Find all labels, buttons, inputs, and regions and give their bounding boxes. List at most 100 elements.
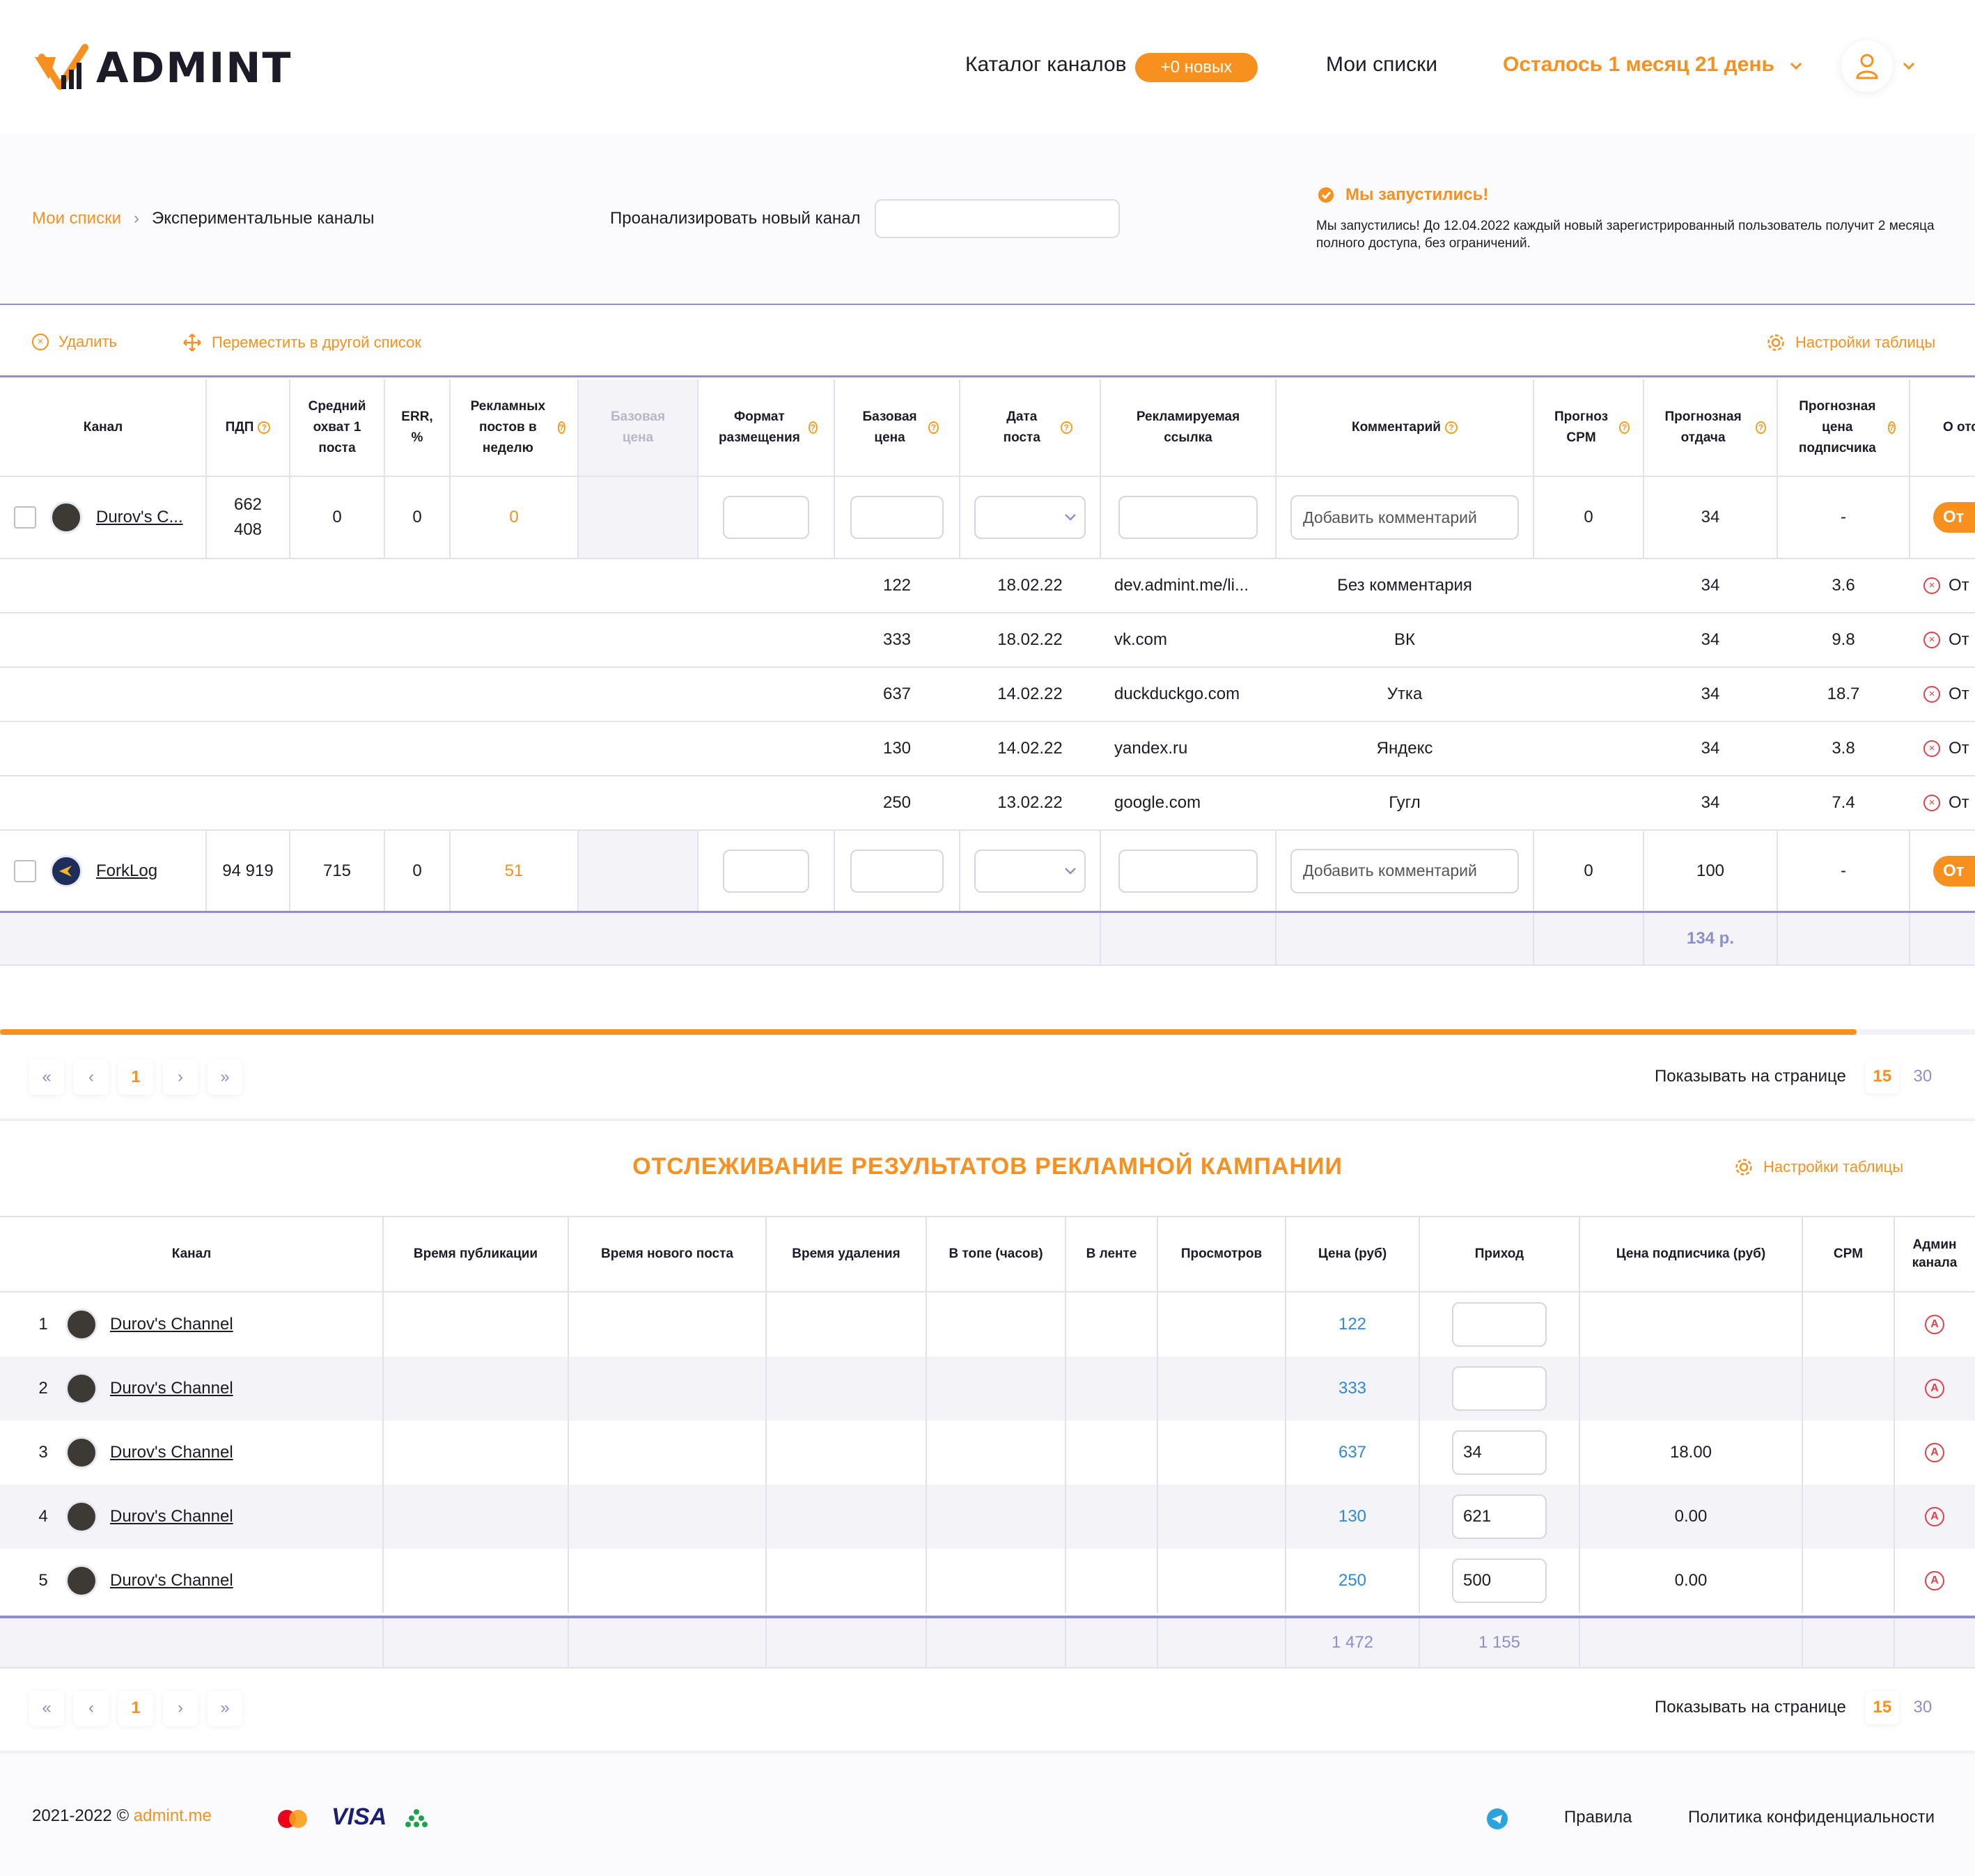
ad-link-input[interactable] [1118, 849, 1258, 893]
base-price-input[interactable] [850, 496, 944, 539]
telegram-icon[interactable] [1486, 1808, 1508, 1830]
col-sub-price[interactable]: Прогнозная цена подписчика? [1777, 380, 1910, 476]
channel-link[interactable]: Durov's C... [96, 508, 183, 527]
admin-icon[interactable]: A [1925, 1443, 1944, 1462]
placement-return: 34 [1701, 739, 1720, 758]
breadcrumb-my-lists[interactable]: Мои списки [32, 209, 121, 228]
price-value[interactable]: 637 [1286, 1421, 1419, 1485]
last-page-button[interactable]: » [208, 1060, 242, 1095]
help-icon[interactable]: ? [258, 421, 271, 434]
nav-catalog-link[interactable]: Каталог каналов [965, 53, 1127, 77]
help-icon[interactable]: ? [928, 421, 939, 434]
help-icon[interactable]: ? [557, 421, 565, 434]
ad-link-input[interactable] [1118, 496, 1258, 539]
admint-logo[interactable]: ADMINT [32, 40, 292, 96]
page-1-button[interactable]: 1 [118, 1691, 153, 1726]
row-checkbox[interactable] [14, 859, 36, 882]
per-page-15[interactable]: 15 [1865, 1691, 1899, 1724]
prev-page-button[interactable]: ‹ [74, 1060, 109, 1095]
price-value[interactable]: 130 [1286, 1485, 1419, 1549]
col-pdp[interactable]: ПДП? [206, 380, 290, 476]
price-value[interactable]: 250 [1286, 1549, 1419, 1613]
admin-icon[interactable]: A [1925, 1571, 1944, 1590]
cancel-placement-button[interactable]: × От [1910, 668, 1975, 721]
channel-link[interactable]: Durov's Channel [110, 1571, 233, 1590]
admin-icon[interactable]: A [1925, 1379, 1944, 1398]
nav-my-lists-link[interactable]: Мои списки [1326, 53, 1437, 77]
cancel-placement-label: От [1949, 685, 1969, 703]
launch-title: Мы запустились! [1316, 185, 1943, 205]
col-cpm[interactable]: Прогноз CPM? [1533, 380, 1644, 476]
col-comment[interactable]: Комментарий? [1276, 380, 1533, 476]
base-price-input[interactable] [850, 849, 944, 893]
first-page-button[interactable]: « [29, 1060, 64, 1095]
user-avatar-button[interactable] [1841, 40, 1893, 92]
cancel-placement-button[interactable]: × От [1910, 559, 1975, 612]
price-value[interactable]: 333 [1286, 1357, 1419, 1421]
privacy-link[interactable]: Политика конфиденциальности [1688, 1808, 1935, 1827]
add-comment-button[interactable]: Добавить комментарий [1290, 495, 1519, 540]
price-value[interactable]: 122 [1286, 1292, 1419, 1357]
per-page-30[interactable]: 30 [1906, 1060, 1939, 1093]
delete-button[interactable]: × Удалить [32, 333, 117, 351]
income-input[interactable] [1452, 1302, 1547, 1347]
table-total-row: 134 р. [0, 913, 1975, 966]
cancel-placement-button[interactable]: × От [1910, 776, 1975, 829]
post-date-select[interactable] [974, 496, 1086, 539]
col-ads-per-week[interactable]: Рекламных постов в неделю? [450, 380, 578, 476]
pdp-value: 662 408 [233, 495, 263, 539]
income-input[interactable] [1452, 1494, 1547, 1539]
income-input[interactable] [1452, 1366, 1547, 1411]
income-input[interactable] [1452, 1430, 1547, 1475]
site-link[interactable]: admint.me [134, 1806, 212, 1825]
row-checkbox[interactable] [14, 506, 36, 529]
help-icon[interactable]: ? [808, 421, 818, 434]
cancel-placement-button[interactable]: × От [1910, 613, 1975, 666]
horizontal-scrollbar[interactable] [0, 1029, 1975, 1035]
base-price-cell [834, 477, 960, 558]
table2-settings-button[interactable]: Настройки таблицы [1734, 1157, 1903, 1177]
channel-link[interactable]: Durov's Channel [110, 1379, 233, 1398]
col-base-price[interactable]: Базовая цена? [834, 380, 960, 476]
table-settings-button[interactable]: Настройки таблицы [1766, 333, 1935, 352]
analyze-channel-input[interactable] [874, 199, 1120, 238]
help-icon[interactable]: ? [1756, 421, 1766, 434]
help-icon[interactable]: ? [1619, 421, 1630, 434]
col-return[interactable]: Прогнозная отдача? [1644, 380, 1777, 476]
help-icon[interactable]: ? [1444, 421, 1458, 434]
new-channels-badge[interactable]: +0 новых [1135, 53, 1258, 82]
user-menu-chevron-icon[interactable] [1901, 61, 1917, 71]
cancel-placement-button[interactable]: × От [1910, 722, 1975, 775]
last-page-button[interactable]: » [208, 1691, 242, 1726]
format-input[interactable] [723, 849, 809, 893]
next-page-button[interactable]: › [163, 1691, 198, 1726]
next-page-button[interactable]: › [163, 1060, 198, 1095]
format-input[interactable] [723, 496, 809, 539]
per-page-30[interactable]: 30 [1906, 1691, 1939, 1724]
channel-link[interactable]: ForkLog [96, 861, 157, 881]
track-button[interactable]: От [1933, 855, 1975, 886]
income-input[interactable] [1452, 1558, 1547, 1603]
scrollbar-thumb[interactable] [0, 1029, 1857, 1035]
help-icon[interactable]: ? [1887, 421, 1896, 434]
channel-link[interactable]: Durov's Channel [110, 1443, 233, 1462]
post-date-select[interactable] [974, 849, 1086, 893]
move-to-list-button[interactable]: Переместить в другой список [182, 333, 421, 352]
subscription-dropdown[interactable]: Осталось 1 месяц 21 день [1503, 53, 1804, 77]
add-comment-button[interactable]: Добавить комментарий [1290, 848, 1519, 893]
channel-link[interactable]: Durov's Channel [110, 1507, 233, 1526]
admin-icon[interactable]: A [1925, 1507, 1944, 1526]
help-icon[interactable]: ? [1060, 421, 1072, 434]
track-button[interactable]: От [1933, 502, 1975, 533]
prev-page-button[interactable]: ‹ [74, 1691, 109, 1726]
per-page-15[interactable]: 15 [1865, 1060, 1899, 1093]
admin-icon[interactable]: A [1925, 1315, 1944, 1334]
page-1-button[interactable]: 1 [118, 1060, 153, 1095]
placement-link: vk.com [1114, 630, 1168, 649]
first-page-button[interactable]: « [29, 1691, 64, 1726]
placement-date: 14.02.22 [997, 685, 1063, 703]
col-format[interactable]: Формат размещения? [698, 380, 834, 476]
col-post-date[interactable]: Дата поста? [960, 380, 1100, 476]
rules-link[interactable]: Правила [1564, 1808, 1632, 1827]
channel-link[interactable]: Durov's Channel [110, 1315, 233, 1334]
